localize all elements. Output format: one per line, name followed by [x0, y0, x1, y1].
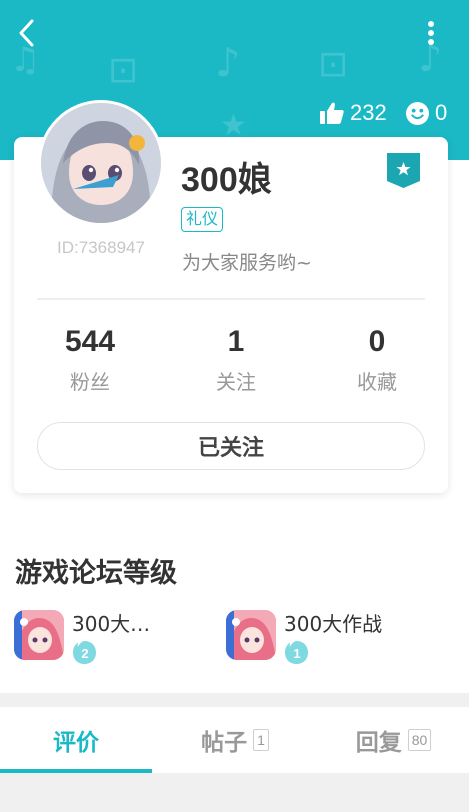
user-title-badge: 礼仪 — [181, 207, 224, 232]
smiles-count: 0 — [435, 100, 448, 125]
tab-label: 评价 — [53, 730, 99, 756]
level-number: 1 — [293, 646, 300, 661]
level-number: 2 — [81, 646, 88, 661]
user-name: 300娘 — [181, 161, 272, 199]
likes-stat[interactable]: 232 — [320, 100, 387, 126]
fans-count: 544 — [64, 325, 116, 358]
card-divider — [37, 298, 425, 300]
more-vertical-icon — [428, 21, 434, 45]
avatar[interactable] — [38, 100, 164, 226]
favorites-label: 收藏 — [357, 370, 397, 394]
gamepad-decoration: ⊡ — [318, 44, 349, 85]
game-name: 300大… — [72, 612, 151, 636]
game-name: 300大作战 — [284, 612, 383, 636]
tab-label: 回复 — [355, 730, 402, 756]
tab-replies[interactable]: 回复 80 — [318, 707, 469, 773]
tab-count-badge: 80 — [407, 729, 432, 751]
thumbs-up-icon — [320, 102, 344, 124]
game-levels-title: 游戏论坛等级 — [15, 558, 177, 589]
user-bio: 为大家服务哟~ — [182, 252, 312, 274]
music-note-decoration: ♪ — [215, 40, 241, 86]
game-level-item[interactable]: 300大… 2 — [14, 608, 214, 668]
more-button[interactable] — [418, 16, 444, 50]
tab-reviews[interactable]: 评价 — [0, 707, 152, 773]
tab-posts[interactable]: 帖子 1 — [160, 707, 310, 773]
following-count: 1 — [227, 325, 245, 358]
game-app-icon[interactable] — [14, 610, 64, 660]
back-button[interactable] — [12, 16, 40, 50]
avatar-image — [41, 103, 161, 223]
game-level-item[interactable]: 300大作战 1 — [226, 608, 426, 668]
likes-count: 232 — [350, 100, 387, 125]
smiles-stat[interactable]: 0 — [406, 100, 447, 126]
content-tabs: 评价 帖子 1 回复 80 — [0, 707, 469, 773]
tab-label: 帖子 — [201, 730, 248, 756]
follow-button[interactable]: 已关注 — [37, 422, 425, 470]
verified-ribbon[interactable] — [387, 153, 420, 189]
favorites-stat[interactable]: 0 收藏 — [317, 324, 437, 394]
ribbon-star-icon — [387, 153, 420, 188]
game-app-icon[interactable] — [226, 610, 276, 660]
level-badge-icon: 1 — [285, 641, 308, 664]
following-label: 关注 — [216, 370, 256, 394]
tab-content-area — [0, 773, 469, 812]
level-badge-icon: 2 — [73, 641, 96, 664]
fans-label: 粉丝 — [70, 370, 110, 394]
smiley-icon — [406, 101, 429, 125]
tab-count-badge: 1 — [253, 729, 269, 751]
gamepad-decoration: ⊡ — [108, 50, 139, 91]
back-arrow-icon — [19, 19, 34, 47]
section-separator — [0, 693, 469, 707]
favorites-count: 0 — [368, 325, 386, 358]
following-stat[interactable]: 1 关注 — [176, 324, 296, 394]
user-id: ID:7368947 — [57, 238, 145, 257]
fans-stat[interactable]: 544 粉丝 — [30, 324, 150, 394]
